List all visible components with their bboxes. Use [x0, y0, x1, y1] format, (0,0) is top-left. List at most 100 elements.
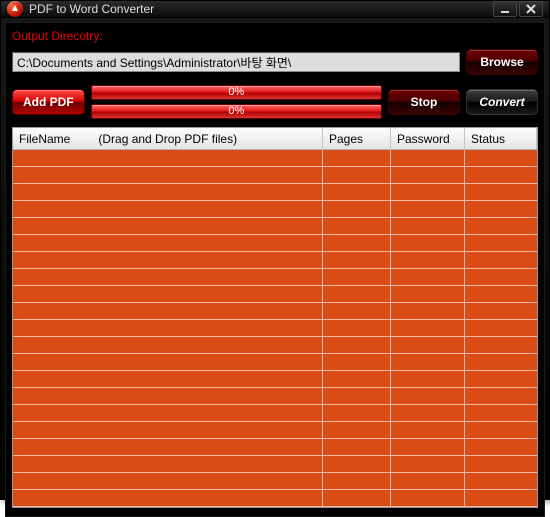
table-row[interactable] [13, 371, 537, 388]
table-cell [391, 388, 465, 404]
table-cell [465, 490, 537, 506]
table-cell [323, 218, 391, 234]
table-row[interactable] [13, 303, 537, 320]
table-cell [465, 388, 537, 404]
table-cell [323, 320, 391, 336]
table-cell [323, 252, 391, 268]
content-area: Output Direcotry: Browse Add PDF 0% 0% S… [5, 22, 545, 517]
col-filename-label: FileName [19, 132, 70, 146]
table-cell [465, 456, 537, 472]
table-cell [465, 150, 537, 166]
table-cell [391, 184, 465, 200]
col-pages[interactable]: Pages [323, 128, 391, 149]
output-directory-label: Output Direcotry: [12, 29, 538, 43]
table-cell [391, 201, 465, 217]
table-cell [465, 252, 537, 268]
close-button[interactable] [519, 1, 543, 17]
app-icon [7, 1, 23, 17]
table-row[interactable] [13, 354, 537, 371]
table-cell [13, 269, 323, 285]
table-header: FileName (Drag and Drop PDF files) Pages… [13, 128, 537, 150]
table-cell [391, 269, 465, 285]
progress-bar-1: 0% [91, 85, 382, 100]
table-cell [391, 456, 465, 472]
table-cell [13, 201, 323, 217]
table-cell [323, 490, 391, 506]
col-password[interactable]: Password [391, 128, 465, 149]
table-cell [391, 218, 465, 234]
minimize-button[interactable] [493, 1, 517, 17]
table-cell [391, 405, 465, 421]
table-row[interactable] [13, 320, 537, 337]
table-cell [391, 286, 465, 302]
table-cell [391, 320, 465, 336]
add-pdf-button[interactable]: Add PDF [12, 89, 85, 115]
table-cell [323, 167, 391, 183]
table-cell [465, 201, 537, 217]
col-status[interactable]: Status [465, 128, 537, 149]
table-cell [391, 235, 465, 251]
table-row[interactable] [13, 218, 537, 235]
table-row[interactable] [13, 167, 537, 184]
table-cell [465, 184, 537, 200]
table-row[interactable] [13, 201, 537, 218]
table-cell [465, 269, 537, 285]
table-cell [391, 337, 465, 353]
table-cell [13, 490, 323, 506]
table-row[interactable] [13, 388, 537, 405]
table-cell [465, 303, 537, 319]
table-row[interactable] [13, 337, 537, 354]
table-cell [13, 456, 323, 472]
table-row[interactable] [13, 286, 537, 303]
table-cell [391, 490, 465, 506]
table-row[interactable] [13, 456, 537, 473]
output-directory-input[interactable] [12, 52, 460, 72]
minimize-icon [500, 4, 510, 14]
table-cell [13, 337, 323, 353]
browse-button[interactable]: Browse [466, 49, 538, 75]
table-cell [465, 371, 537, 387]
table-row[interactable] [13, 269, 537, 286]
table-cell [391, 252, 465, 268]
table-body[interactable] [13, 150, 537, 507]
table-row[interactable] [13, 150, 537, 167]
progress-column: 0% 0% [91, 85, 382, 119]
table-cell [13, 371, 323, 387]
table-cell [465, 218, 537, 234]
table-cell [323, 303, 391, 319]
table-cell [13, 473, 323, 489]
stop-button[interactable]: Stop [388, 89, 460, 115]
table-cell [13, 439, 323, 455]
table-cell [465, 320, 537, 336]
table-cell [13, 167, 323, 183]
table-row[interactable] [13, 490, 537, 507]
table-cell [13, 235, 323, 251]
table-cell [13, 320, 323, 336]
table-row[interactable] [13, 252, 537, 269]
table-row[interactable] [13, 439, 537, 456]
convert-button[interactable]: Convert [466, 89, 538, 115]
col-filename[interactable]: FileName (Drag and Drop PDF files) [13, 128, 323, 149]
table-cell [323, 371, 391, 387]
table-cell [391, 354, 465, 370]
table-cell [13, 218, 323, 234]
table-cell [323, 405, 391, 421]
table-row[interactable] [13, 422, 537, 439]
table-cell [391, 439, 465, 455]
table-row[interactable] [13, 405, 537, 422]
file-table: FileName (Drag and Drop PDF files) Pages… [12, 127, 538, 508]
table-cell [465, 337, 537, 353]
title-bar: PDF to Word Converter [1, 1, 549, 18]
table-cell [323, 150, 391, 166]
table-row[interactable] [13, 473, 537, 490]
table-cell [391, 167, 465, 183]
table-cell [323, 439, 391, 455]
table-row[interactable] [13, 235, 537, 252]
table-cell [323, 337, 391, 353]
table-row[interactable] [13, 184, 537, 201]
table-cell [465, 354, 537, 370]
progress-1-text: 0% [92, 86, 381, 99]
table-cell [13, 286, 323, 302]
table-cell [465, 167, 537, 183]
table-cell [323, 184, 391, 200]
